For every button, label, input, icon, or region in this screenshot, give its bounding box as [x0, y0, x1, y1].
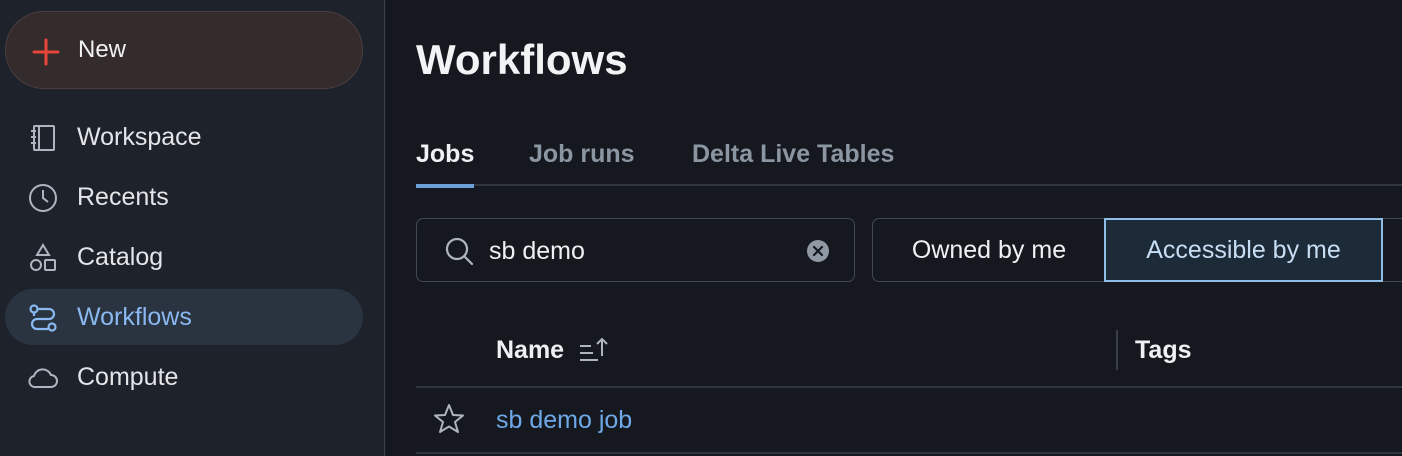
job-name-link[interactable]: sb demo job [496, 406, 632, 435]
search-input[interactable] [489, 231, 789, 271]
workspace-icon [31, 125, 55, 151]
main-content: Workflows Jobs Job runs Delta Live Table… [386, 0, 1402, 456]
clock-icon [29, 184, 57, 212]
sidebar-item-catalog[interactable]: Catalog [5, 229, 363, 285]
clear-search-icon[interactable] [806, 239, 830, 263]
new-button-label: New [78, 36, 127, 63]
page-title: Workflows [416, 36, 628, 83]
column-header-tags: Tags [1135, 336, 1192, 364]
sidebar-item-label: Recents [77, 182, 169, 211]
sort-ascending-icon[interactable] [578, 334, 610, 366]
column-header-name[interactable]: Name [496, 336, 564, 365]
sidebar-item-label: Compute [77, 362, 179, 391]
tab-delta-live-tables[interactable]: Delta Live Tables [692, 140, 894, 186]
sidebar-item-label: Workspace [77, 122, 202, 151]
catalog-icon [30, 243, 56, 271]
cloud-icon [28, 368, 58, 389]
search-icon [445, 237, 474, 266]
sidebar-item-recents[interactable]: Recents [5, 169, 363, 225]
new-button[interactable]: New [5, 11, 363, 89]
sidebar: New Workspace Recents Catalog Workflows [0, 0, 385, 456]
sidebar-item-label: Workflows [77, 302, 192, 331]
tab-jobs[interactable]: Jobs [416, 140, 475, 188]
star-icon[interactable] [432, 402, 466, 436]
column-divider[interactable] [1116, 330, 1118, 370]
owned-by-me-button[interactable]: Owned by me [873, 218, 1105, 282]
plus-icon [32, 38, 60, 66]
accessible-by-me-button[interactable]: Accessible by me [1104, 218, 1383, 282]
ownership-filter: Owned by me Accessible by me [872, 218, 1402, 282]
sidebar-item-workflows[interactable]: Workflows [5, 289, 363, 345]
tab-job-runs[interactable]: Job runs [529, 140, 635, 186]
table-header: Name Tags [416, 322, 1402, 388]
sidebar-item-workspace[interactable]: Workspace [5, 109, 363, 165]
tab-bar: Jobs Job runs Delta Live Tables [416, 136, 1402, 188]
workflows-icon [29, 304, 57, 332]
sidebar-item-label: Catalog [77, 242, 164, 271]
sidebar-item-compute[interactable]: Compute [5, 349, 363, 405]
search-box [416, 218, 855, 282]
table-row: sb demo job [416, 390, 1402, 454]
